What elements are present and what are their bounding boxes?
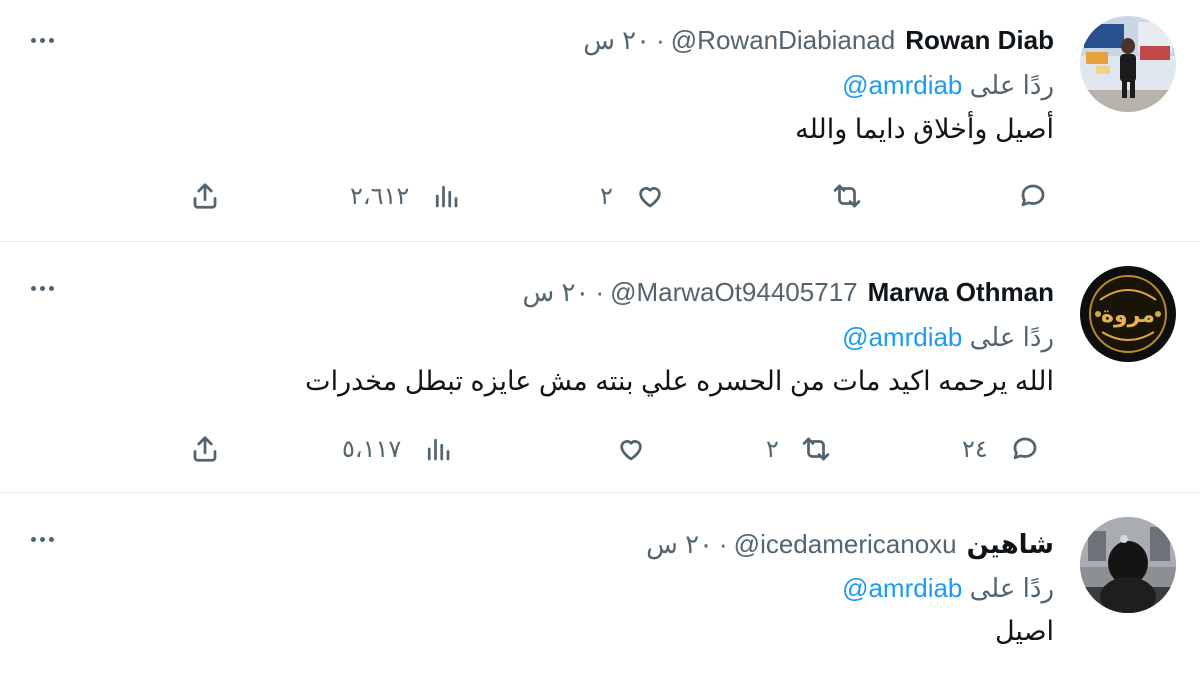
more-icon (30, 37, 36, 43)
share-button[interactable] (190, 431, 220, 467)
reply-prefix: ردًا على (969, 573, 1054, 603)
more-options-button[interactable] (24, 278, 60, 298)
views-icon (436, 185, 458, 208)
reply-button[interactable]: ٢٤ (962, 431, 1040, 467)
share-icon (193, 183, 217, 209)
reply-count: ٢٤ (962, 435, 988, 463)
avatar[interactable] (1080, 16, 1176, 112)
retweet-icon (833, 184, 861, 208)
user-handle[interactable]: @MarwaOt94405717 (610, 277, 858, 308)
reply-context: ردًا على @amrdiab (842, 322, 1054, 356)
like-icon (620, 440, 642, 461)
retweet-icon (802, 437, 830, 461)
share-icon (193, 436, 217, 462)
svg-text:مروة: مروة (1101, 303, 1155, 328)
view-count: ٥،١١٧ (342, 435, 402, 463)
more-icon-dot (39, 285, 45, 291)
reply-prefix: ردًا على (969, 70, 1054, 100)
more-icon-dot (48, 285, 54, 291)
replies-feed: Rowan Diab @RowanDiabianad · ٢٠ س ردًا ع… (0, 0, 1200, 675)
timestamp[interactable]: ٢٠ س (523, 277, 590, 308)
tweet[interactable]: مروة Marwa Othman @MarwaOt94405717 · ٢٠ … (0, 242, 1200, 493)
more-icon-dot (48, 536, 54, 542)
reply-icon (1021, 184, 1045, 207)
more-icon (30, 536, 36, 542)
reply-context: ردًا على @amrdiab (842, 70, 1054, 104)
view-count: ٢،٦١٢ (350, 182, 410, 210)
retweet-count: ٢ (766, 435, 779, 463)
display-name[interactable]: Marwa Othman (868, 277, 1054, 308)
more-icon-dot (48, 37, 54, 43)
separator: · (595, 276, 605, 307)
reply-button[interactable] (1018, 178, 1048, 214)
tweet-text: اصيل (994, 616, 1054, 646)
reply-prefix: ردًا على (969, 322, 1054, 352)
tweet[interactable]: Rowan Diab @RowanDiabianad · ٢٠ س ردًا ع… (0, 0, 1200, 242)
display-name[interactable]: Rowan Diab (905, 25, 1054, 56)
user-handle[interactable]: @RowanDiabianad (671, 25, 895, 56)
more-icon-dot (39, 536, 45, 542)
share-button[interactable] (190, 178, 220, 214)
like-icon (639, 187, 661, 208)
retweet-button[interactable] (832, 178, 862, 214)
more-icon (30, 285, 36, 291)
avatar-photo-icon: مروة (1080, 266, 1176, 362)
reply-context: ردًا على @amrdiab (842, 573, 1054, 607)
separator: · (719, 528, 728, 559)
retweet-button[interactable]: ٢ (766, 431, 831, 467)
reply-mention-link[interactable]: @amrdiab (842, 70, 962, 100)
avatar-photo-icon (1080, 517, 1176, 613)
reply-icon (1013, 437, 1037, 460)
timestamp[interactable]: ٢٠ س (646, 529, 713, 560)
views-button[interactable]: ٥،١١٧ (342, 431, 453, 467)
avatar[interactable]: مروة (1080, 266, 1176, 362)
tweet-header: Marwa Othman @MarwaOt94405717 · ٢٠ س (523, 274, 1055, 310)
tweet[interactable]: شاهين @icedamericanoxu · ٢٠ س ردًا على @… (0, 493, 1200, 675)
user-handle[interactable]: @icedamericanoxu (734, 529, 957, 560)
reply-mention-link[interactable]: @amrdiab (842, 573, 962, 603)
avatar-photo-icon (1080, 16, 1176, 112)
more-options-button[interactable] (24, 30, 60, 50)
views-button[interactable]: ٢،٦١٢ (350, 178, 461, 214)
like-button[interactable]: ٢ (600, 178, 665, 214)
avatar[interactable] (1080, 517, 1176, 613)
more-options-button[interactable] (24, 529, 60, 549)
timestamp[interactable]: ٢٠ س (583, 25, 650, 56)
like-count: ٢ (600, 182, 613, 210)
tweet-header: شاهين @icedamericanoxu · ٢٠ س (646, 526, 1054, 562)
more-icon-dot (39, 37, 45, 43)
separator: · (656, 24, 665, 55)
tweet-header: Rowan Diab @RowanDiabianad · ٢٠ س (583, 22, 1054, 58)
display-name[interactable]: شاهين (967, 529, 1054, 560)
views-icon (428, 438, 450, 461)
tweet-text: الله يرحمه اكيد مات من الحسره علي بنته م… (305, 366, 1054, 396)
tweet-text: أصيل وأخلاق دايما والله (795, 114, 1054, 144)
reply-mention-link[interactable]: @amrdiab (842, 322, 962, 352)
like-button[interactable] (616, 431, 646, 467)
